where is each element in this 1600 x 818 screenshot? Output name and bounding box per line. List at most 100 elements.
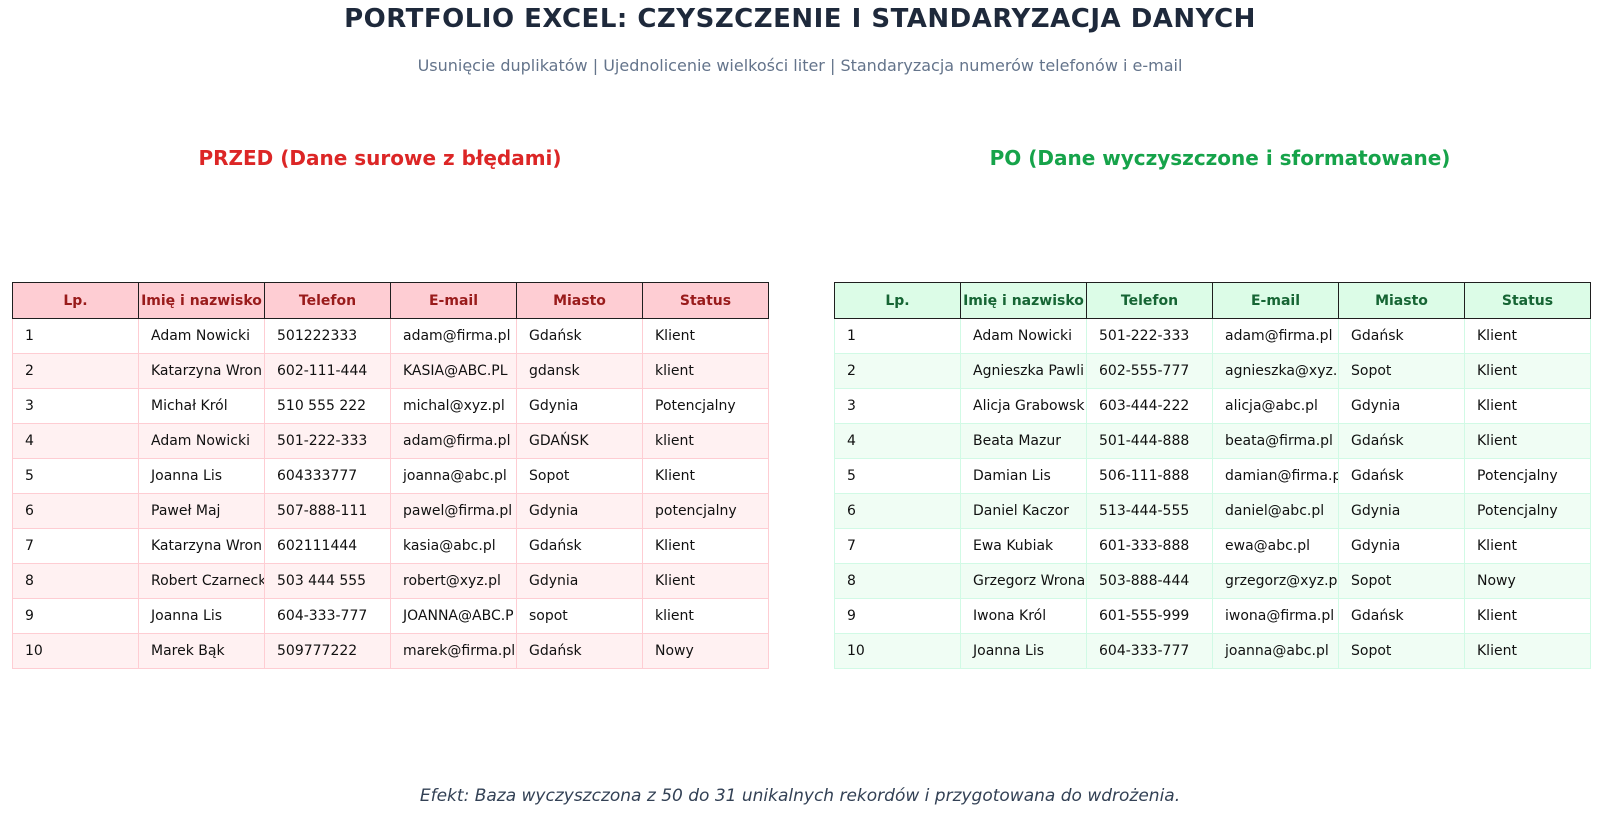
table-cell: Katarzyna Wron bbox=[138, 353, 265, 389]
table-cell: joanna@abc.pl bbox=[390, 458, 517, 494]
column-header: Miasto bbox=[1338, 282, 1465, 319]
table-cell: 2 bbox=[12, 353, 139, 389]
table-row: 1 Adam Nowicki 501-222-333 adam@firma.pl Gda… bbox=[834, 318, 1591, 354]
table-cell: 510 555 222 bbox=[264, 388, 391, 424]
table-cell: 602-555-777 bbox=[1086, 353, 1213, 389]
table-cell: 7 bbox=[834, 528, 961, 564]
table-cell: Klient bbox=[642, 563, 769, 599]
table-cell: Marek Bąk bbox=[138, 633, 265, 669]
table-cell: Alicja Grabowsk bbox=[960, 388, 1087, 424]
table-cell: Klient bbox=[642, 318, 769, 354]
table-cell: Gdańsk bbox=[516, 318, 643, 354]
table-row: 6 Paweł Maj 507-888-111 pawel@firma.pl Gdyni… bbox=[12, 493, 769, 529]
table-cell: Joanna Lis bbox=[138, 458, 265, 494]
table-cell: Gdańsk bbox=[1338, 423, 1465, 459]
table-row: 9 Joanna Lis 604-333-777 JOANNA@ABC.P sopot k… bbox=[12, 598, 769, 634]
table-cell: Robert Czarneck bbox=[138, 563, 265, 599]
table-cell: klient bbox=[642, 423, 769, 459]
table-header-row: Lp. Imię i nazwisko Telefon E-mail Miast… bbox=[12, 282, 769, 319]
table-cell: 7 bbox=[12, 528, 139, 564]
table-header-row: Lp. Imię i nazwisko Telefon E-mail Miast… bbox=[834, 282, 1591, 319]
table-cell: Gdynia bbox=[516, 563, 643, 599]
table-row: 4 Beata Mazur 501-444-888 beata@firma.pl Gda… bbox=[834, 423, 1591, 459]
table-cell: 8 bbox=[834, 563, 961, 599]
table-row: 10 Marek Bąk 509777222 marek@firma.pl Gdańsk… bbox=[12, 633, 769, 669]
table-cell: kasia@abc.pl bbox=[390, 528, 517, 564]
table-cell: Klient bbox=[1464, 423, 1591, 459]
table-cell: 8 bbox=[12, 563, 139, 599]
after-table: Lp. Imię i nazwisko Telefon E-mail Miast… bbox=[834, 282, 1591, 669]
column-header: E-mail bbox=[1212, 282, 1339, 319]
table-cell: potencjalny bbox=[642, 493, 769, 529]
column-header: Telefon bbox=[1086, 282, 1213, 319]
table-cell: Katarzyna Wron bbox=[138, 528, 265, 564]
table-cell: 604333777 bbox=[264, 458, 391, 494]
table-cell: damian@firma.p bbox=[1212, 458, 1339, 494]
table-cell: Grzegorz Wrona bbox=[960, 563, 1087, 599]
table-cell: Gdynia bbox=[1338, 493, 1465, 529]
table-cell: 503 444 555 bbox=[264, 563, 391, 599]
table-cell: Gdańsk bbox=[516, 528, 643, 564]
column-header: E-mail bbox=[390, 282, 517, 319]
table-cell: Nowy bbox=[642, 633, 769, 669]
table-cell: Potencjalny bbox=[1464, 493, 1591, 529]
table-cell: Joanna Lis bbox=[138, 598, 265, 634]
table-row: 3 Alicja Grabowsk 603-444-222 alicja@abc.pl… bbox=[834, 388, 1591, 424]
table-cell: Joanna Lis bbox=[960, 633, 1087, 669]
table-cell: adam@firma.pl bbox=[390, 318, 517, 354]
table-cell: 509777222 bbox=[264, 633, 391, 669]
table-cell: 501-222-333 bbox=[1086, 318, 1213, 354]
table-cell: Klient bbox=[1464, 633, 1591, 669]
table-cell: Adam Nowicki bbox=[138, 423, 265, 459]
table-cell: Ewa Kubiak bbox=[960, 528, 1087, 564]
table-cell: 513-444-555 bbox=[1086, 493, 1213, 529]
table-cell: ewa@abc.pl bbox=[1212, 528, 1339, 564]
table-cell: 507-888-111 bbox=[264, 493, 391, 529]
table-cell: michal@xyz.pl bbox=[390, 388, 517, 424]
table-cell: klient bbox=[642, 598, 769, 634]
footer-note: Efekt: Baza wyczyszczona z 50 do 31 unik… bbox=[419, 786, 1181, 806]
table-cell: iwona@firma.pl bbox=[1212, 598, 1339, 634]
table-cell: Iwona Król bbox=[960, 598, 1087, 634]
table-cell: 603-444-222 bbox=[1086, 388, 1213, 424]
table-cell: pawel@firma.pl bbox=[390, 493, 517, 529]
table-row: 8 Grzegorz Wrona 503-888-444 grzegorz@xyz.p… bbox=[834, 563, 1591, 599]
table-cell: Klient bbox=[1464, 318, 1591, 354]
table-row: 1 Adam Nowicki 501222333 adam@firma.pl Gdańs… bbox=[12, 318, 769, 354]
table-cell: 501-444-888 bbox=[1086, 423, 1213, 459]
column-header: Lp. bbox=[12, 282, 139, 319]
table-cell: Klient bbox=[642, 458, 769, 494]
table-row: 9 Iwona Król 601-555-999 iwona@firma.pl Gdań… bbox=[834, 598, 1591, 634]
table-cell: 4 bbox=[12, 423, 139, 459]
table-row: 7 Katarzyna Wron 602111444 kasia@abc.pl Gdań… bbox=[12, 528, 769, 564]
table-cell: agnieszka@xyz. bbox=[1212, 353, 1339, 389]
table-cell: 6 bbox=[834, 493, 961, 529]
table-cell: Gdańsk bbox=[1338, 318, 1465, 354]
table-cell: klient bbox=[642, 353, 769, 389]
table-cell: 601-555-999 bbox=[1086, 598, 1213, 634]
table-cell: Gdynia bbox=[1338, 528, 1465, 564]
table-cell: alicja@abc.pl bbox=[1212, 388, 1339, 424]
table-row: 5 Damian Lis 506-111-888 damian@firma.p Gdań… bbox=[834, 458, 1591, 494]
table-cell: Gdańsk bbox=[1338, 598, 1465, 634]
table-cell: Paweł Maj bbox=[138, 493, 265, 529]
table-cell: 1 bbox=[834, 318, 961, 354]
table-cell: joanna@abc.pl bbox=[1212, 633, 1339, 669]
table-cell: 3 bbox=[834, 388, 961, 424]
table-cell: Klient bbox=[1464, 528, 1591, 564]
table-cell: 602-111-444 bbox=[264, 353, 391, 389]
table-cell: marek@firma.pl bbox=[390, 633, 517, 669]
table-cell: Sopot bbox=[1338, 563, 1465, 599]
table-cell: Gdynia bbox=[516, 388, 643, 424]
table-row: 10 Joanna Lis 604-333-777 joanna@abc.pl Sopo… bbox=[834, 633, 1591, 669]
table-cell: 503-888-444 bbox=[1086, 563, 1213, 599]
table-cell: Klient bbox=[1464, 598, 1591, 634]
table-cell: 1 bbox=[12, 318, 139, 354]
table-cell: Klient bbox=[1464, 388, 1591, 424]
table-cell: GDAŃSK bbox=[516, 423, 643, 459]
table-cell: 604-333-777 bbox=[1086, 633, 1213, 669]
table-cell: Adam Nowicki bbox=[960, 318, 1087, 354]
table-cell: 2 bbox=[834, 353, 961, 389]
column-header: Lp. bbox=[834, 282, 961, 319]
table-cell: Michał Król bbox=[138, 388, 265, 424]
